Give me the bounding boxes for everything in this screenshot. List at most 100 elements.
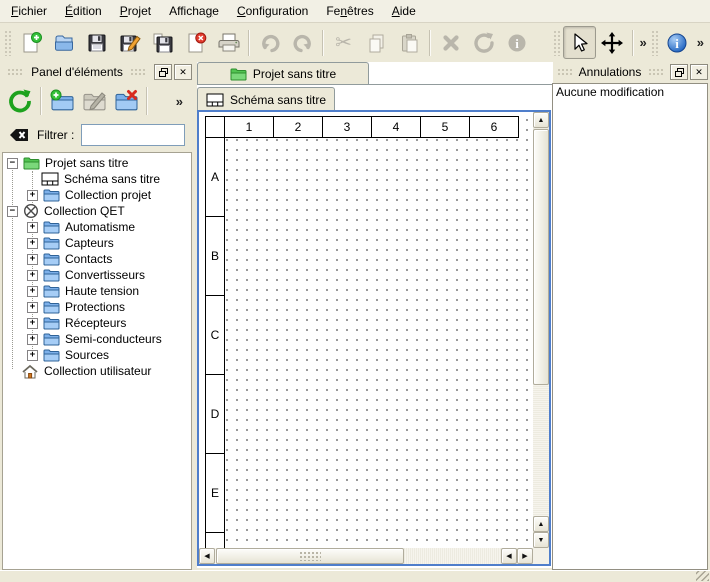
- collapse-icon[interactable]: −: [7, 158, 18, 169]
- tree-item-collection-qet[interactable]: − Collection QET: [3, 203, 191, 219]
- menu-configuration[interactable]: Configuration: [228, 1, 317, 21]
- horizontal-scrollbar[interactable]: ◀ ◀ ▶: [199, 548, 533, 564]
- toolbar-drag-handle[interactable]: [651, 30, 658, 56]
- status-bar: [0, 570, 710, 582]
- menu-affichage[interactable]: Affichage: [160, 1, 228, 21]
- column-header-row: 1 2 3 4 5 6: [205, 116, 519, 138]
- rotate-button[interactable]: [467, 26, 500, 59]
- restore-window-icon: [159, 68, 168, 77]
- toolbar-drag-handle[interactable]: [553, 30, 560, 56]
- scroll-left-button[interactable]: ◀: [199, 548, 215, 564]
- filter-input[interactable]: [81, 124, 185, 146]
- toolbar-overflow-button[interactable]: »: [694, 35, 707, 50]
- tree-item-sources[interactable]: + Sources: [3, 347, 191, 363]
- diagram-view[interactable]: 1 2 3 4 5 6 A B C D E ▲ ▲ ▼: [197, 110, 551, 566]
- clear-filter-icon[interactable]: [8, 127, 30, 143]
- expand-icon[interactable]: +: [27, 318, 38, 329]
- menu-edition[interactable]: Édition: [56, 1, 111, 21]
- dock-grip-texture: [7, 68, 24, 76]
- toolbar-overflow-button[interactable]: »: [637, 35, 650, 50]
- tree-item-label: Semi-conducteurs: [65, 332, 162, 346]
- reload-collections-button[interactable]: [4, 85, 36, 117]
- save-button[interactable]: [80, 26, 113, 59]
- folder-edit-icon: [81, 88, 107, 114]
- expand-icon[interactable]: +: [27, 270, 38, 281]
- new-category-button[interactable]: [46, 85, 78, 117]
- delete-x-icon: [439, 31, 463, 55]
- tree-item-label: Automatisme: [65, 220, 135, 234]
- svg-text:i: i: [675, 36, 679, 51]
- tree-item-collection-utilisateur[interactable]: Collection utilisateur: [3, 363, 191, 379]
- refresh-icon: [7, 88, 33, 114]
- undo-button[interactable]: [253, 26, 286, 59]
- blue-folder-icon: [43, 268, 60, 282]
- copy-icon: [365, 31, 389, 55]
- close-panel-button[interactable]: ✕: [690, 64, 708, 80]
- scroll-left-button[interactable]: ◀: [501, 548, 517, 564]
- toolbar-separator: [632, 30, 634, 56]
- expand-icon[interactable]: +: [27, 350, 38, 361]
- float-panel-button[interactable]: [670, 64, 688, 80]
- blue-folder-icon: [43, 188, 60, 202]
- toolbar-drag-handle[interactable]: [4, 30, 11, 56]
- blue-folder-icon: [43, 348, 60, 362]
- expand-icon[interactable]: +: [27, 286, 38, 297]
- save-all-button[interactable]: [146, 26, 179, 59]
- vertical-scrollbar-thumb[interactable]: [533, 129, 549, 385]
- blue-folder-icon: [43, 236, 60, 250]
- redo-button[interactable]: [286, 26, 319, 59]
- print-button[interactable]: [212, 26, 245, 59]
- scroll-up-button[interactable]: ▲: [533, 112, 549, 128]
- elements-panel-titlebar[interactable]: Panel d'éléments ✕: [2, 63, 192, 81]
- float-panel-button[interactable]: [154, 64, 172, 80]
- delete-button[interactable]: [434, 26, 467, 59]
- diagram-canvas[interactable]: 1 2 3 4 5 6 A B C D E: [199, 112, 533, 548]
- edit-category-button[interactable]: [78, 85, 110, 117]
- element-info-button[interactable]: i: [500, 26, 533, 59]
- selection-tool-button[interactable]: [563, 26, 596, 59]
- restore-window-icon: [675, 68, 684, 77]
- menu-fenetres[interactable]: Fenêtres: [317, 1, 382, 21]
- move-tool-button[interactable]: [596, 26, 629, 59]
- tree-item-label: Collection QET: [44, 204, 125, 218]
- vertical-scrollbar[interactable]: ▲ ▲ ▼: [533, 112, 549, 548]
- paste-button[interactable]: [393, 26, 426, 59]
- scroll-down-button[interactable]: ▼: [533, 532, 549, 548]
- expand-icon[interactable]: +: [27, 334, 38, 345]
- close-panel-button[interactable]: ✕: [174, 64, 192, 80]
- save-as-button[interactable]: [113, 26, 146, 59]
- resize-grip-icon[interactable]: [696, 571, 709, 581]
- tab-projet-sans-titre[interactable]: Projet sans titre: [197, 62, 369, 84]
- tab-schema-sans-titre[interactable]: Schéma sans titre: [197, 87, 335, 111]
- expand-icon[interactable]: +: [27, 238, 38, 249]
- close-file-button[interactable]: [179, 26, 212, 59]
- expand-icon[interactable]: +: [27, 190, 38, 201]
- copy-button[interactable]: [360, 26, 393, 59]
- about-info-button[interactable]: i: [661, 26, 694, 59]
- horizontal-scrollbar-thumb[interactable]: [216, 548, 404, 564]
- cut-button[interactable]: ✂: [327, 26, 360, 59]
- expand-icon[interactable]: +: [27, 254, 38, 265]
- menu-aide[interactable]: Aide: [383, 1, 425, 21]
- schema-tabbar: Schéma sans titre: [197, 85, 553, 111]
- new-project-button[interactable]: [14, 26, 47, 59]
- open-button[interactable]: [47, 26, 80, 59]
- folder-delete-icon: [113, 88, 139, 114]
- undo-history-list[interactable]: Aucune modification: [552, 83, 708, 570]
- collapse-icon[interactable]: −: [7, 206, 18, 217]
- expand-icon[interactable]: +: [27, 222, 38, 233]
- tree-item-label: Schéma sans titre: [64, 172, 160, 186]
- tree-item-projet-sans-titre[interactable]: − Projet sans titre: [3, 155, 191, 171]
- scroll-up-button[interactable]: ▲: [533, 516, 549, 532]
- tree-item-label: Convertisseurs: [65, 268, 145, 282]
- expand-icon[interactable]: +: [27, 302, 38, 313]
- delete-category-button[interactable]: [110, 85, 142, 117]
- panel-toolbar-overflow-button[interactable]: »: [173, 94, 186, 109]
- elements-panel-toolbar: »: [2, 81, 192, 121]
- save-as-icon: [118, 31, 142, 55]
- menu-projet[interactable]: Projet: [111, 1, 160, 21]
- menu-fichier[interactable]: Fichier: [2, 1, 56, 21]
- scroll-right-button[interactable]: ▶: [517, 548, 533, 564]
- undo-panel-titlebar[interactable]: Annulations ✕: [552, 63, 708, 81]
- menubar: Fichier Édition Projet Affichage Configu…: [0, 0, 710, 23]
